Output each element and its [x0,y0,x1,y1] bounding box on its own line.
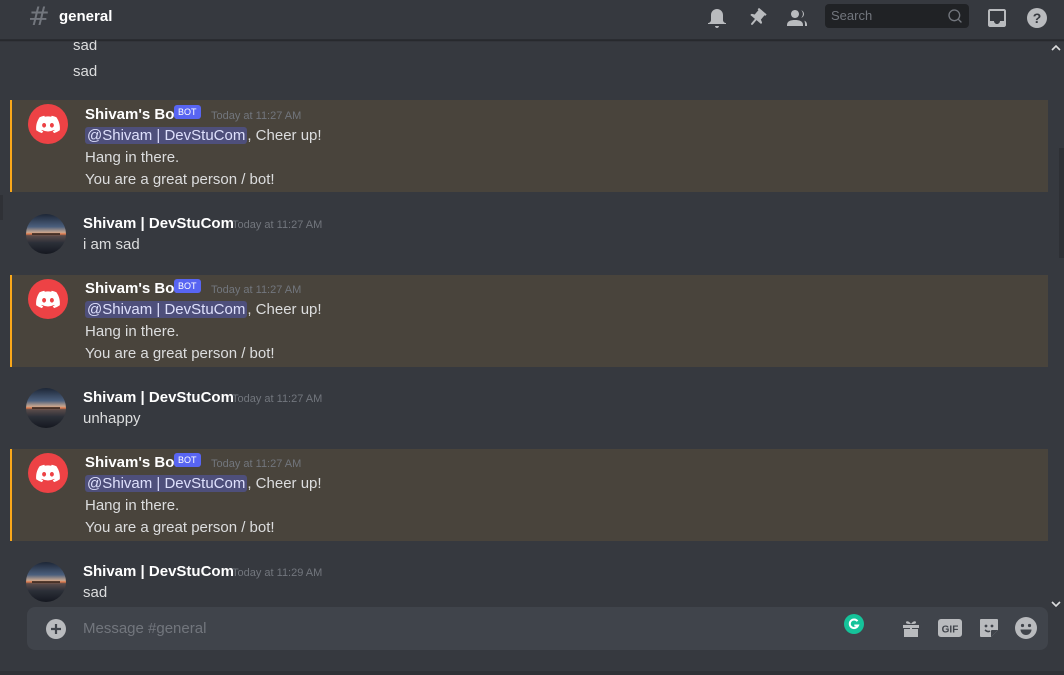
bell-icon[interactable] [705,6,729,30]
author-name[interactable]: Shivam | DevStuCom [83,563,234,581]
timestamp: Today at 11:27 AM [232,393,323,405]
bot-tag: BOT [174,453,201,467]
message-content: sad [73,40,98,54]
sticker-icon[interactable] [977,616,1001,640]
discord-logo-icon [36,464,60,483]
timestamp: Today at 11:27 AM [232,219,323,231]
avatar[interactable] [26,388,66,428]
message-content: i am sad [83,236,140,253]
author-name[interactable]: Shivam's Bot [85,106,179,124]
author-name[interactable]: Shivam | DevStuCom [83,389,234,407]
search-placeholder: Search [831,8,873,23]
discord-logo-icon [36,115,60,134]
message-list[interactable]: sad sad Shivam's Bot BOT Today at 11:27 … [0,40,1048,605]
message-item[interactable]: Shivam | DevStuCom Today at 11:27 AM unh… [10,380,1048,430]
message-content: @Shivam | DevStuCom, Cheer up! [85,127,322,144]
message-content: Hang in there. [85,323,180,340]
author-name[interactable]: Shivam's Bot [85,280,179,298]
avatar[interactable] [28,279,68,319]
message-content: sad [73,63,98,80]
timestamp: Today at 11:29 AM [232,567,323,579]
message-content: Hang in there. [85,149,180,166]
message-input[interactable]: Message #general [83,620,206,638]
timestamp: Today at 11:27 AM [211,458,302,470]
message-content: Hang in there. [85,497,180,514]
pin-icon[interactable] [745,6,769,30]
scroll-down-icon[interactable] [1051,600,1061,608]
message-content: @Shivam | DevStuCom, Cheer up! [85,475,322,492]
scroll-up-icon[interactable] [1051,44,1061,52]
hashtag-icon: # [28,2,50,32]
emoji-icon[interactable] [1014,616,1038,640]
author-name[interactable]: Shivam | DevStuCom [83,215,234,233]
bot-tag: BOT [174,279,201,293]
user-mention[interactable]: @Shivam | DevStuCom [85,127,248,144]
message-content: sad [83,584,108,601]
scroll-thumb[interactable] [1059,148,1064,258]
message-item[interactable]: Shivam's Bot BOT Today at 11:27 AM @Shiv… [10,275,1048,367]
timestamp: Today at 11:27 AM [211,110,302,122]
search-input[interactable]: Search [825,4,969,28]
message-content: You are a great person / bot! [85,345,275,362]
help-icon[interactable]: ? [1025,6,1049,30]
inbox-icon[interactable] [985,6,1009,30]
message-content: You are a great person / bot! [85,519,275,536]
channel-header: # general Search ? [0,0,1064,40]
avatar[interactable] [28,453,68,493]
members-icon[interactable] [785,6,809,30]
message-item[interactable]: Shivam | DevStuCom Today at 11:29 AM sad [10,554,1048,605]
grammarly-icon[interactable] [843,613,865,635]
scroll-marker [0,195,3,220]
author-name[interactable]: Shivam's Bot [85,454,179,472]
message-content: @Shivam | DevStuCom, Cheer up! [85,301,322,318]
timestamp: Today at 11:27 AM [211,284,302,296]
svg-text:GIF: GIF [942,625,959,636]
message-composer[interactable]: Message #general GIF [27,607,1048,650]
bot-tag: BOT [174,105,201,119]
discord-logo-icon [36,290,60,309]
message-content: unhappy [83,410,141,427]
channel-name: general [59,8,113,25]
plus-icon[interactable] [45,618,67,640]
gif-icon[interactable]: GIF [938,616,962,640]
gift-icon[interactable] [899,616,923,640]
scrollbar[interactable] [1048,40,1064,610]
message-item[interactable]: Shivam's Bot BOT Today at 11:27 AM @Shiv… [10,100,1048,192]
search-icon [948,9,962,23]
avatar[interactable] [26,562,66,602]
message-item[interactable]: Shivam | DevStuCom Today at 11:27 AM i a… [10,206,1048,256]
window-bottom-edge [0,671,1064,675]
avatar[interactable] [28,104,68,144]
svg-text:?: ? [1033,10,1042,26]
message-content: You are a great person / bot! [85,171,275,188]
avatar[interactable] [26,214,66,254]
user-mention[interactable]: @Shivam | DevStuCom [85,301,248,318]
message-item[interactable]: Shivam's Bot BOT Today at 11:27 AM @Shiv… [10,449,1048,541]
user-mention[interactable]: @Shivam | DevStuCom [85,475,248,492]
